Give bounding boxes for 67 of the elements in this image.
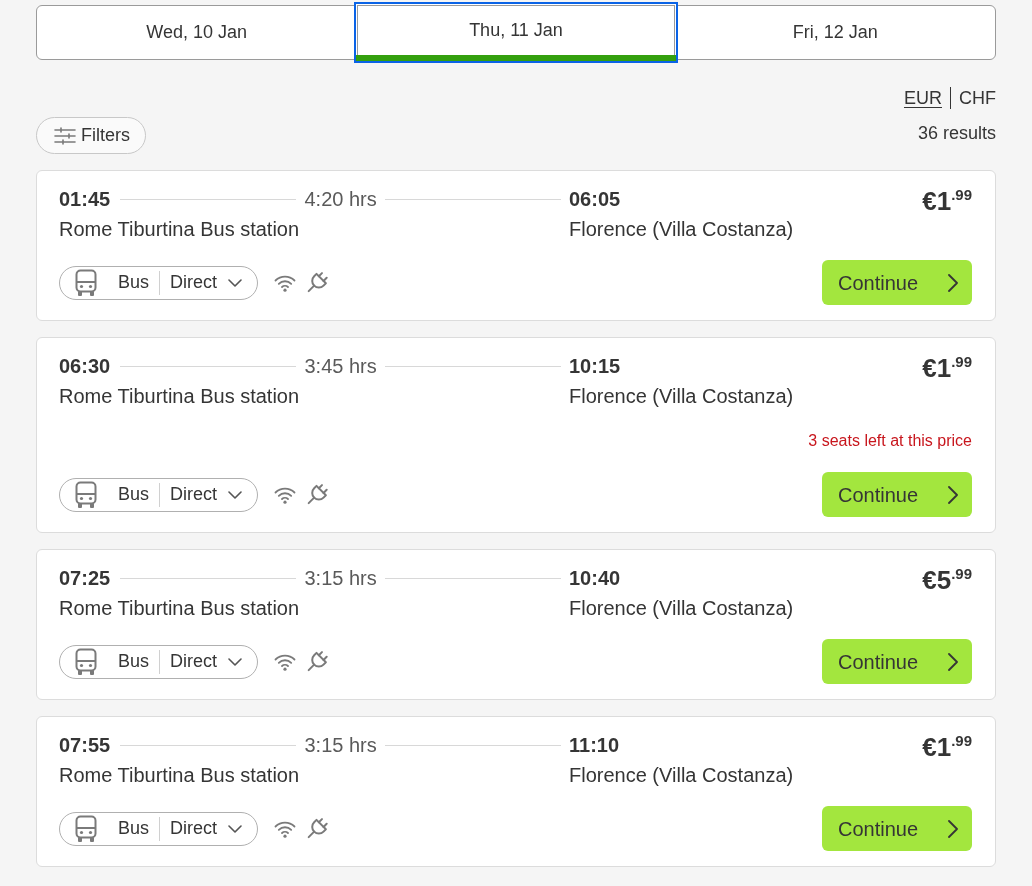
caret-icon xyxy=(228,657,243,666)
connection-label: Direct xyxy=(170,650,218,673)
plug-icon xyxy=(307,484,329,505)
continue-button[interactable]: Continue xyxy=(822,472,972,517)
currency-option[interactable]: CHF xyxy=(959,86,996,110)
currency-option[interactable]: EUR xyxy=(904,86,942,110)
caret-icon xyxy=(228,278,243,287)
departure-time: 07:55 xyxy=(59,733,111,758)
origin-station: Rome Tiburtina Bus station xyxy=(59,217,301,242)
bus-icon xyxy=(75,481,97,508)
transport-label: Bus xyxy=(118,650,150,673)
trip-duration: 4:20 hrs xyxy=(304,187,377,212)
departure-time: 07:25 xyxy=(59,566,111,591)
chevron-right-icon xyxy=(948,819,958,838)
departure-time: 01:45 xyxy=(59,187,111,212)
trip-price: €1$^{.99}$ xyxy=(922,730,972,762)
bus-icon xyxy=(75,648,97,675)
plug-icon xyxy=(307,818,329,839)
origin-station: Rome Tiburtina Bus station xyxy=(59,384,301,409)
transport-label: Bus xyxy=(118,483,150,506)
wifi-icon xyxy=(274,485,297,504)
wifi-icon xyxy=(274,273,297,292)
trip-price: €5$^{.99}$ xyxy=(922,563,972,595)
wifi-icon xyxy=(274,652,297,671)
plug-icon xyxy=(307,272,329,293)
arrival-time: 11:10 xyxy=(569,733,621,758)
chevron-right-icon xyxy=(948,652,958,671)
destination-station: Florence (Villa Costanza) xyxy=(569,596,795,621)
chevron-right-icon xyxy=(948,485,958,504)
arrival-time: 10:15 xyxy=(569,354,622,379)
plug-icon xyxy=(307,651,329,672)
trip-details-button[interactable]: Bus Direct xyxy=(59,644,259,679)
arrival-time: 10:40 xyxy=(569,566,622,591)
transport-label: Bus xyxy=(118,817,150,840)
trip-duration: 3:45 hrs xyxy=(304,354,377,379)
seats-left-notice: 3 seats left at this price xyxy=(808,431,972,451)
wifi-icon xyxy=(274,819,297,838)
chevron-right-icon xyxy=(948,273,958,292)
filters-button[interactable]: Filters xyxy=(36,117,146,154)
connection-label: Direct xyxy=(170,271,218,294)
departure-time: 06:30 xyxy=(59,354,111,379)
trip-details-button[interactable]: Bus Direct xyxy=(59,265,259,300)
caret-icon xyxy=(228,490,243,499)
sliders-icon xyxy=(54,126,76,145)
connection-label: Direct xyxy=(170,483,218,506)
continue-button[interactable]: Continue xyxy=(822,806,972,851)
trip-price: €1$^{.99}$ xyxy=(922,184,972,216)
bus-icon xyxy=(75,269,97,296)
trip-duration: 3:15 hrs xyxy=(304,566,377,591)
destination-station: Florence (Villa Costanza) xyxy=(569,384,795,409)
continue-button[interactable]: Continue xyxy=(822,639,972,684)
destination-station: Florence (Villa Costanza) xyxy=(569,217,795,242)
origin-station: Rome Tiburtina Bus station xyxy=(59,763,301,788)
results-count: 36 results xyxy=(916,122,996,145)
trip-details-button[interactable]: Bus Direct xyxy=(59,477,259,512)
caret-icon xyxy=(228,824,243,833)
bus-icon xyxy=(75,815,97,842)
trip-price: €1$^{.99}$ xyxy=(922,351,972,383)
date-tab[interactable]: Thu, 11 Jan xyxy=(354,2,678,63)
arrival-time: 06:05 xyxy=(569,187,622,212)
destination-station: Florence (Villa Costanza) xyxy=(569,763,795,788)
transport-label: Bus xyxy=(118,271,150,294)
continue-button[interactable]: Continue xyxy=(822,260,972,305)
trip-details-button[interactable]: Bus Direct xyxy=(59,811,259,846)
connection-label: Direct xyxy=(170,817,218,840)
origin-station: Rome Tiburtina Bus station xyxy=(59,596,301,621)
trip-duration: 3:15 hrs xyxy=(304,733,377,758)
